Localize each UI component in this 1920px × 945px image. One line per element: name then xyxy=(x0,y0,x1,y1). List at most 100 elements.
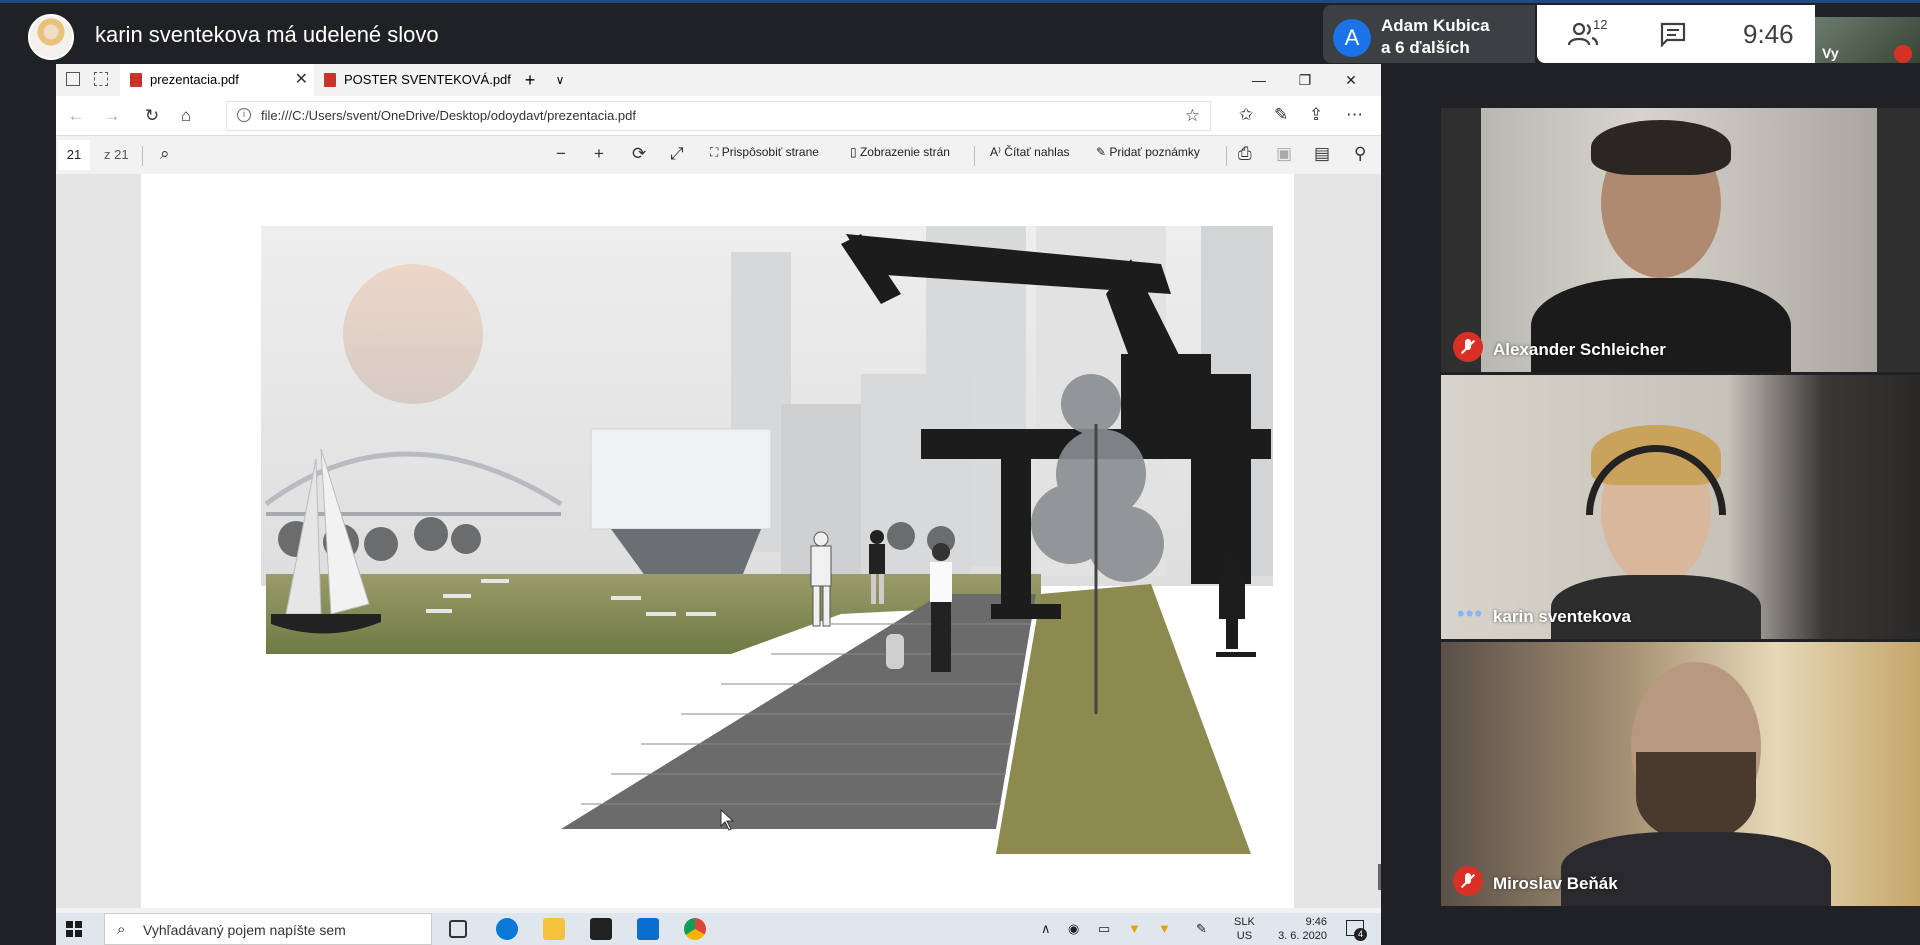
minimize-button[interactable]: — xyxy=(1236,64,1282,96)
lang-line2: US xyxy=(1236,930,1253,942)
share-icon[interactable]: ⇪ xyxy=(1309,105,1323,125)
collage-image xyxy=(261,226,1273,854)
tab-poster[interactable]: POSTER SVENTEKOVÁ.pdf xyxy=(314,64,514,96)
people-count: 12 xyxy=(1593,17,1608,32)
chip-participant-more: a 6 ďalších xyxy=(1381,38,1470,57)
participant-shirt xyxy=(1561,832,1831,906)
video-tile-alexander[interactable]: Alexander Schleicher xyxy=(1441,108,1920,372)
pdf-page xyxy=(141,174,1294,908)
chevron-down-icon[interactable]: ∨ xyxy=(548,64,572,96)
read-aloud-button[interactable]: A⁾ Čítať nahlas xyxy=(990,145,1070,159)
favorite-star-icon[interactable]: ☆ xyxy=(1185,106,1200,126)
url-field[interactable]: i file:///C:/Users/svent/OneDrive/Deskto… xyxy=(226,101,1211,131)
participant-hair xyxy=(1591,120,1731,175)
tab-bar: prezentacia.pdf ✕ POSTER SVENTEKOVÁ.pdf … xyxy=(56,64,1381,96)
search-icon[interactable]: ⌕ xyxy=(160,144,170,164)
pen-icon[interactable]: ✎ xyxy=(1274,105,1288,125)
speaking-indicator-icon: ••• xyxy=(1457,601,1484,626)
info-icon[interactable]: i xyxy=(237,108,251,122)
taskbar-clock[interactable]: 9:46 3. 6. 2020 xyxy=(1271,915,1327,943)
input-language[interactable]: SLK US xyxy=(1234,915,1255,943)
task-view-icon[interactable] xyxy=(449,920,467,938)
notification-count: 4 xyxy=(1354,928,1367,941)
windows-start-icon[interactable] xyxy=(66,921,82,937)
chat-icon[interactable] xyxy=(1659,21,1687,47)
back-icon[interactable]: ← xyxy=(66,106,86,126)
close-icon[interactable]: ✕ xyxy=(295,64,308,96)
file-explorer-icon[interactable] xyxy=(543,918,565,940)
top-accent-line xyxy=(0,0,1920,3)
clock-time: 9:46 xyxy=(1305,916,1327,928)
page-view-label: Zobrazenie strán xyxy=(859,145,950,159)
more-icon[interactable]: ⋯ xyxy=(1346,105,1363,125)
pen-workspace-icon[interactable]: ✎ xyxy=(1196,921,1207,937)
participants-chip[interactable]: A Adam Kubica a 6 ďalších xyxy=(1323,5,1535,63)
chip-participant-name: Adam Kubica xyxy=(1381,16,1490,35)
tab-prezentacia[interactable]: prezentacia.pdf ✕ xyxy=(120,64,314,96)
page-number-input[interactable]: 21 xyxy=(58,140,90,170)
tray-app-icon[interactable]: ◉ xyxy=(1068,921,1079,937)
chrome-icon[interactable] xyxy=(684,918,706,940)
read-aloud-label: Čítať nahlas xyxy=(1004,145,1070,159)
add-notes-label: Pridať poznámky xyxy=(1109,145,1200,159)
store-icon[interactable] xyxy=(590,918,612,940)
tab-label: POSTER SVENTEKOVÁ.pdf xyxy=(344,72,511,87)
url-text: file:///C:/Users/svent/OneDrive/Desktop/… xyxy=(261,108,637,123)
mail-icon[interactable] xyxy=(637,918,659,940)
fit-page-button[interactable]: ⛶ Prispôsobiť strane xyxy=(710,145,819,160)
pin-icon[interactable]: ⚲ xyxy=(1354,144,1366,164)
battery-icon[interactable]: ▭ xyxy=(1098,921,1110,937)
add-notes-button[interactable]: ✎ Pridať poznámky xyxy=(1096,145,1200,159)
zoom-out-icon[interactable]: − xyxy=(556,144,566,164)
video-tile-karin[interactable]: ••• karin sventekova xyxy=(1441,375,1920,639)
windows-taskbar: ⌕ Vyhľadávaný pojem napíšte sem ∧ ◉ ▭ ▼ … xyxy=(56,913,1381,945)
divider xyxy=(142,146,143,166)
pdf-icon xyxy=(130,73,142,87)
restore-button[interactable]: ❐ xyxy=(1282,64,1328,96)
forward-icon[interactable]: → xyxy=(102,106,122,126)
home-icon[interactable]: ⌂ xyxy=(176,106,196,126)
mic-off-icon xyxy=(1453,332,1483,362)
rotate-icon[interactable]: ⟳ xyxy=(632,144,646,164)
presenter-title: karin sventekova má udelené slovo xyxy=(95,22,439,47)
avatar: A xyxy=(1333,19,1371,57)
presenter-avatar xyxy=(28,14,74,60)
divider xyxy=(1226,146,1227,166)
save-as-icon[interactable]: ▤ xyxy=(1314,144,1330,164)
address-bar: ← → ↻ ⌂ i file:///C:/Users/svent/OneDriv… xyxy=(56,96,1381,136)
pdf-toolbar: 21 z 21 ⌕ − + ⟳ ⤢ ⛶ Prispôsobiť strane ▯… xyxy=(56,136,1381,174)
divider xyxy=(974,146,975,166)
participant-name: Alexander Schleicher xyxy=(1493,340,1666,359)
scrollbar-handle[interactable] xyxy=(1378,864,1381,890)
search-placeholder: Vyhľadávaný pojem napíšte sem xyxy=(143,922,346,938)
participant-name: Miroslav Beňák xyxy=(1493,874,1618,893)
new-tab-icon[interactable]: + xyxy=(516,64,544,96)
edge-icon[interactable] xyxy=(496,918,518,940)
tab-actions-icon[interactable] xyxy=(66,72,80,86)
set-tabs-aside-icon[interactable] xyxy=(94,72,108,86)
page-count: z 21 xyxy=(104,147,129,162)
search-icon: ⌕ xyxy=(117,921,126,938)
meet-clock: 9:46 xyxy=(1743,19,1794,49)
mic-off-icon xyxy=(1453,866,1483,896)
fullscreen-icon[interactable]: ⤢ xyxy=(670,144,684,164)
print-icon[interactable]: ⎙ xyxy=(1238,144,1252,164)
volume-icon[interactable]: ▼ xyxy=(1158,921,1171,936)
close-window-button[interactable]: ✕ xyxy=(1328,64,1374,96)
meet-top-bar: 12 9:46 xyxy=(1537,5,1815,63)
lang-line1: SLK xyxy=(1234,916,1255,928)
participant-beard xyxy=(1636,752,1756,842)
chevron-up-icon[interactable]: ∧ xyxy=(1041,921,1051,937)
page-view-button[interactable]: ▯ Zobrazenie strán xyxy=(850,145,950,159)
self-label: Vy xyxy=(1822,45,1839,61)
video-tile-miroslav[interactable]: Miroslav Beňák xyxy=(1441,642,1920,906)
taskbar-search-input[interactable]: ⌕ Vyhľadávaný pojem napíšte sem xyxy=(104,913,432,945)
pdf-viewer[interactable] xyxy=(56,174,1381,908)
favorites-icon[interactable]: ✩ xyxy=(1239,105,1253,125)
zoom-in-icon[interactable]: + xyxy=(594,144,604,164)
clock-date: 3. 6. 2020 xyxy=(1278,930,1327,942)
save-icon[interactable]: ▣ xyxy=(1276,144,1292,164)
wifi-icon[interactable]: ▼ xyxy=(1128,921,1141,936)
pdf-icon xyxy=(324,73,336,87)
refresh-icon[interactable]: ↻ xyxy=(142,106,162,126)
